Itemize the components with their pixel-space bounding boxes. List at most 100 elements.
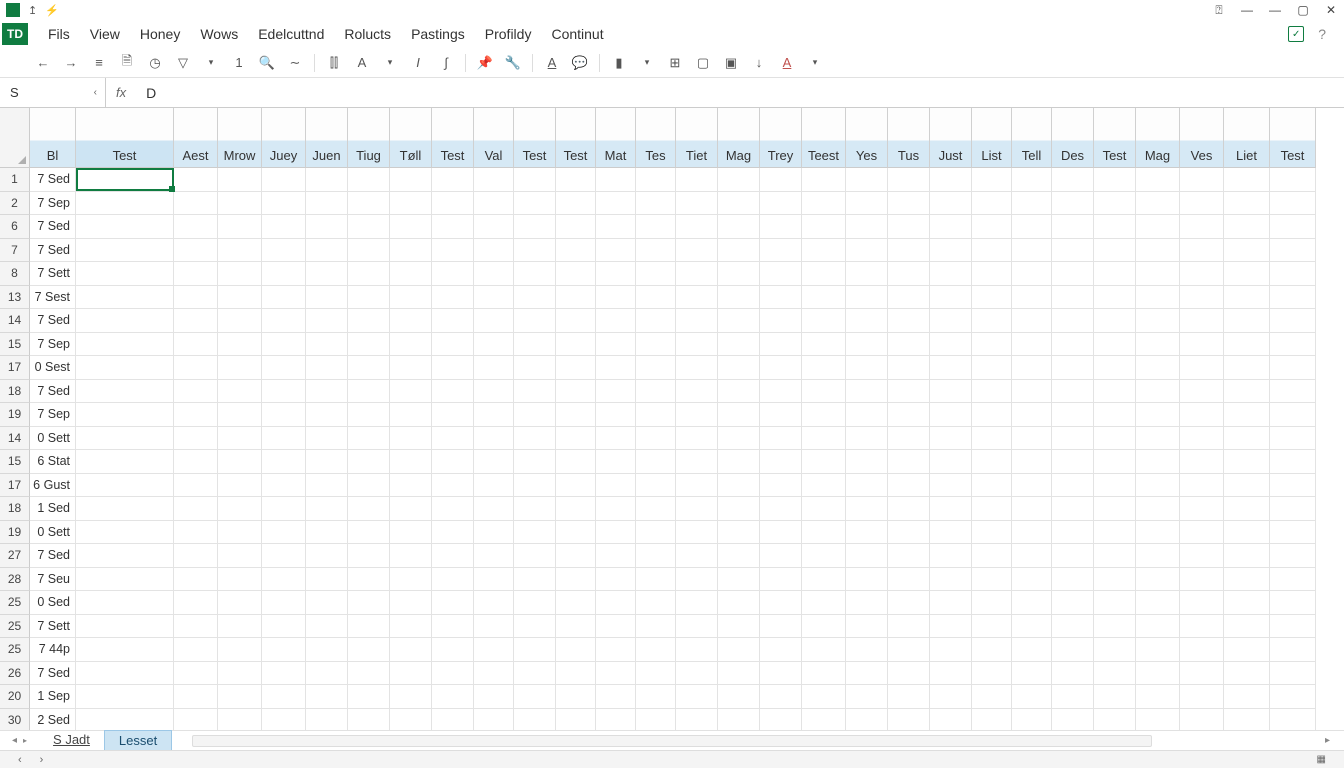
cell[interactable] [1180, 286, 1224, 310]
cell[interactable] [636, 685, 676, 709]
row-header[interactable]: 18 [0, 380, 30, 404]
cell[interactable] [390, 380, 432, 404]
column-header[interactable]: Trey [760, 108, 802, 168]
cell[interactable] [76, 262, 174, 286]
cell[interactable] [930, 474, 972, 498]
cell[interactable] [432, 568, 474, 592]
cell[interactable] [306, 662, 348, 686]
cell[interactable] [174, 286, 218, 310]
cell[interactable] [718, 286, 760, 310]
column-header[interactable]: Val [474, 108, 514, 168]
cell[interactable] [888, 474, 930, 498]
cell[interactable] [972, 215, 1012, 239]
one-icon[interactable]: 1 [230, 54, 248, 72]
cell[interactable] [1136, 474, 1180, 498]
cell[interactable] [432, 685, 474, 709]
cell[interactable] [972, 309, 1012, 333]
cell[interactable] [1224, 262, 1270, 286]
cell[interactable] [1136, 333, 1180, 357]
cell[interactable] [556, 239, 596, 263]
cell[interactable] [760, 192, 802, 216]
cell[interactable] [262, 215, 306, 239]
cell[interactable] [556, 309, 596, 333]
cell[interactable] [802, 309, 846, 333]
row-header[interactable]: 27 [0, 544, 30, 568]
sync-check-icon[interactable]: ✓ [1288, 26, 1304, 42]
cell[interactable] [718, 521, 760, 545]
cell[interactable] [174, 403, 218, 427]
cell[interactable] [636, 615, 676, 639]
cell[interactable] [888, 544, 930, 568]
chevron-down-icon[interactable]: ‹ [94, 87, 105, 98]
status-prev-icon[interactable]: ‹ [18, 754, 22, 766]
cell[interactable] [76, 380, 174, 404]
cell[interactable] [1012, 356, 1052, 380]
cell[interactable] [1094, 356, 1136, 380]
cell[interactable] [596, 427, 636, 451]
cell[interactable] [718, 215, 760, 239]
cell[interactable] [1052, 591, 1094, 615]
tilde-icon[interactable]: ∼ [286, 54, 304, 72]
cell[interactable] [676, 333, 718, 357]
cell[interactable] [1180, 615, 1224, 639]
cell[interactable] [972, 286, 1012, 310]
cell[interactable] [596, 474, 636, 498]
cell[interactable] [760, 262, 802, 286]
cell[interactable] [1052, 356, 1094, 380]
cell[interactable] [802, 356, 846, 380]
cell[interactable] [306, 168, 348, 192]
cell[interactable] [1270, 333, 1316, 357]
menu-wows[interactable]: Wows [190, 22, 248, 46]
cell[interactable] [596, 286, 636, 310]
cell[interactable] [514, 521, 556, 545]
row-header[interactable]: 8 [0, 262, 30, 286]
cell[interactable] [676, 497, 718, 521]
cell[interactable] [676, 192, 718, 216]
cell[interactable] [432, 591, 474, 615]
cell[interactable] [846, 333, 888, 357]
horizontal-scrollbar[interactable] [192, 735, 1152, 747]
cell[interactable] [432, 239, 474, 263]
cell[interactable] [514, 333, 556, 357]
cell[interactable] [1052, 615, 1094, 639]
column-header[interactable]: Mag [718, 108, 760, 168]
cell[interactable] [802, 474, 846, 498]
row-header[interactable]: 25 [0, 615, 30, 639]
cell[interactable] [596, 450, 636, 474]
column-header[interactable]: Test [432, 108, 474, 168]
cell[interactable] [596, 521, 636, 545]
cell[interactable] [306, 215, 348, 239]
cell[interactable] [474, 380, 514, 404]
cell[interactable] [760, 709, 802, 731]
cell[interactable]: 1 Sep [30, 685, 76, 709]
cell[interactable] [930, 568, 972, 592]
cell[interactable] [514, 309, 556, 333]
cell[interactable] [972, 168, 1012, 192]
cell[interactable] [262, 638, 306, 662]
cell[interactable] [930, 591, 972, 615]
row-header[interactable]: 17 [0, 474, 30, 498]
cell[interactable] [930, 450, 972, 474]
cell[interactable] [1052, 521, 1094, 545]
cell[interactable] [390, 333, 432, 357]
chevron-down-icon[interactable]: ▾ [381, 54, 399, 72]
cell[interactable]: 0 Sett [30, 427, 76, 451]
cell[interactable] [760, 215, 802, 239]
cell[interactable] [306, 380, 348, 404]
cell[interactable] [802, 662, 846, 686]
cell[interactable] [474, 239, 514, 263]
cell[interactable] [474, 356, 514, 380]
cell[interactable] [76, 685, 174, 709]
cell[interactable] [676, 262, 718, 286]
cell[interactable] [556, 497, 596, 521]
cell[interactable] [676, 286, 718, 310]
cell[interactable] [76, 450, 174, 474]
cell[interactable] [930, 286, 972, 310]
cell[interactable] [262, 497, 306, 521]
cell[interactable] [888, 309, 930, 333]
cell[interactable] [76, 192, 174, 216]
cell[interactable] [218, 497, 262, 521]
cell[interactable] [76, 568, 174, 592]
cell[interactable] [802, 215, 846, 239]
cell[interactable] [1012, 333, 1052, 357]
